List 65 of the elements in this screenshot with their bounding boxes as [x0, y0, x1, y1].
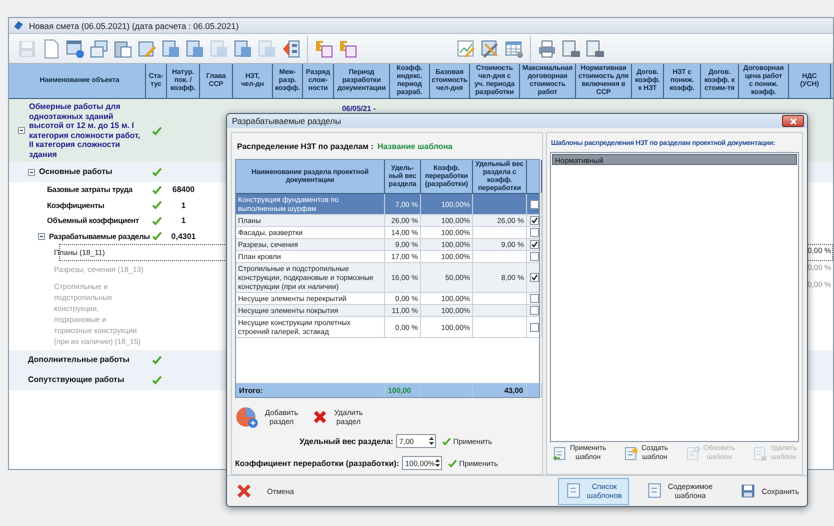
status-check-icon — [152, 200, 162, 210]
collapse-icon[interactable] — [18, 127, 25, 134]
close-icon — [790, 118, 796, 125]
checkbox[interactable] — [530, 240, 538, 250]
checkbox[interactable] — [530, 252, 538, 262]
checkbox[interactable] — [530, 228, 538, 238]
sum-document-icon[interactable] — [314, 38, 334, 58]
sum-document-icon[interactable] — [338, 38, 358, 58]
sheet-icon[interactable] — [161, 38, 181, 58]
checkbox[interactable] — [530, 322, 538, 332]
tree-item[interactable]: Обмерные работы для одноэтажных зданий высотой от 12 м. до 15 м. I категория сложности работ, II категория сложности здания — [29, 102, 144, 159]
distribution-label: Распределение НЗТ по разделам : — [237, 142, 374, 152]
save-icon — [740, 483, 756, 500]
close-button[interactable] — [782, 115, 804, 128]
cancel-icon — [235, 482, 253, 500]
tree-item[interactable]: Дополнительные работы — [28, 355, 130, 365]
template-list-icon — [646, 482, 664, 500]
template-create-icon — [623, 446, 640, 462]
app-icon — [13, 20, 24, 31]
chart-edit-icon[interactable] — [456, 38, 476, 58]
table-icon[interactable] — [504, 38, 524, 58]
check-icon — [448, 458, 458, 468]
checkbox[interactable] — [530, 273, 538, 282]
status-check-icon — [152, 184, 162, 195]
diagram-icon[interactable] — [281, 38, 301, 58]
edit-icon[interactable] — [137, 38, 157, 58]
copy-icon[interactable] — [89, 38, 109, 58]
collapse-icon[interactable] — [28, 168, 35, 176]
value-cell: 1 — [181, 216, 186, 226]
checkbox[interactable] — [530, 306, 538, 316]
checkbox[interactable] — [530, 200, 538, 209]
tools-icon[interactable] — [480, 38, 500, 58]
check-icon — [442, 436, 452, 446]
paste-icon[interactable] — [113, 38, 133, 58]
status-check-icon — [152, 216, 162, 226]
status-check-icon — [152, 231, 162, 242]
template-delete-icon — [752, 446, 768, 462]
delete-icon — [312, 408, 328, 425]
value-cell: 0,4301 — [171, 232, 196, 241]
field-label: Коэффициент переработки (разработки): — [235, 458, 400, 468]
pie-chart-plus-icon — [235, 404, 259, 429]
status-check-icon — [152, 126, 162, 136]
template-update-icon — [685, 446, 702, 462]
sheet-icon[interactable] — [233, 38, 253, 58]
template-apply-icon — [552, 446, 568, 462]
tree-item[interactable]: Сопутствующие работы — [28, 375, 124, 385]
print-preview-icon[interactable] — [585, 38, 605, 58]
template-name: Название шаблона — [377, 142, 452, 152]
print-preview-icon[interactable] — [561, 38, 581, 58]
dialog-title: Разрабатываемые разделы — [232, 116, 342, 126]
checkbox[interactable] — [530, 294, 538, 304]
spin-arrows-icon[interactable] — [429, 436, 434, 446]
collapse-icon[interactable] — [38, 232, 45, 240]
tree-item[interactable]: Основные работы — [39, 167, 112, 177]
value-cell: 68400 — [172, 185, 195, 194]
printer-icon[interactable] — [537, 38, 557, 58]
window-title: Новая смета (06.05.2021) (дата расчета : 06.05.2021) — [29, 20, 239, 30]
spin-arrows-icon[interactable] — [435, 458, 440, 468]
window-add-icon[interactable] — [65, 38, 85, 58]
value-cell: 1 — [181, 200, 186, 210]
checkbox[interactable] — [530, 216, 538, 226]
sheet-icon[interactable] — [185, 38, 205, 58]
template-list-icon — [564, 482, 583, 500]
status-check-icon — [152, 167, 162, 177]
field-label: Удельный вес раздела: — [299, 436, 394, 446]
